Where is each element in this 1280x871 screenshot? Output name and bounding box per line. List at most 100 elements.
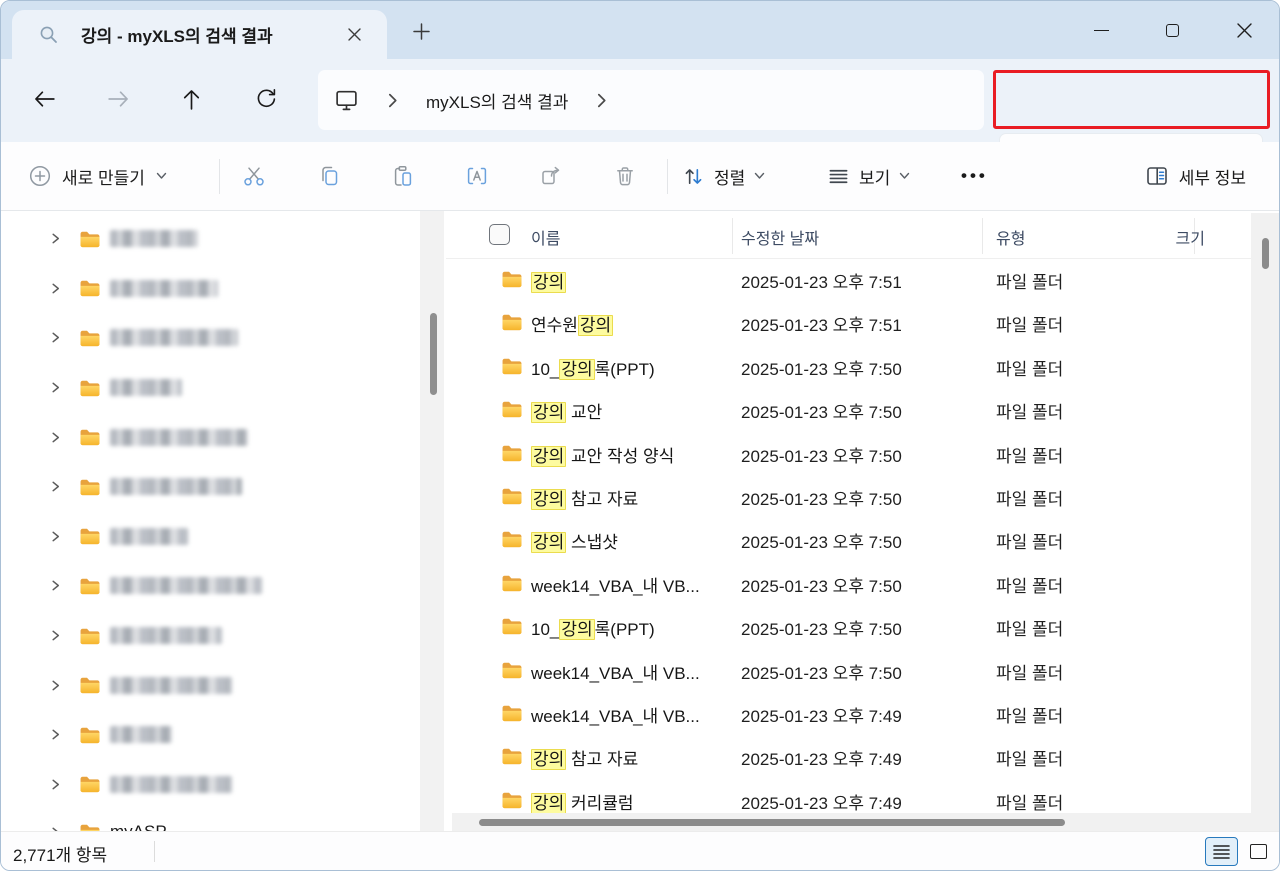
file-name[interactable]: week14_VBA_내 VB... xyxy=(531,659,700,684)
chevron-right-icon[interactable] xyxy=(596,93,607,108)
view-button[interactable]: 보기 xyxy=(827,164,910,189)
table-row[interactable]: 연수원강의 2025-01-23 오후 7:51 파일 폴더 xyxy=(446,302,1251,345)
table-row[interactable]: week14_VBA_내 VB... 2025-01-23 오후 7:50 파일… xyxy=(446,563,1251,606)
file-name[interactable]: 10_강의록(PPT) xyxy=(531,615,655,640)
this-pc-icon[interactable] xyxy=(334,88,359,113)
folder-icon xyxy=(79,577,101,595)
table-row[interactable]: 10_강의록(PPT) 2025-01-23 오후 7:50 파일 폴더 xyxy=(446,606,1251,649)
chevron-right-icon[interactable] xyxy=(49,331,62,344)
column-separator[interactable] xyxy=(732,218,733,254)
sidebar-item[interactable] xyxy=(1,561,420,611)
sidebar-item[interactable] xyxy=(1,363,420,413)
file-name[interactable]: 강의 교안 작성 양식 xyxy=(531,442,674,467)
column-header-size[interactable]: 크기 xyxy=(1176,225,1205,249)
file-name[interactable]: 강의 커리큘럼 xyxy=(531,789,634,813)
sidebar-item[interactable] xyxy=(1,611,420,661)
more-options-button[interactable]: ••• xyxy=(961,166,988,186)
table-row[interactable]: 강의 교안 2025-01-23 오후 7:50 파일 폴더 xyxy=(446,389,1251,432)
file-date-modified: 2025-01-23 오후 7:50 xyxy=(741,615,902,640)
copy-button[interactable] xyxy=(306,154,352,198)
file-name[interactable]: week14_VBA_내 VB... xyxy=(531,572,700,597)
chevron-right-icon[interactable] xyxy=(49,728,62,741)
sidebar-scrollbar[interactable] xyxy=(420,211,444,831)
cut-button[interactable] xyxy=(231,154,277,198)
forward-button[interactable] xyxy=(98,79,138,119)
explorer-tab[interactable]: 강의 - myXLS의 검색 결과 xyxy=(12,10,387,59)
chevron-right-icon[interactable] xyxy=(49,431,62,444)
new-tab-button[interactable] xyxy=(407,18,435,44)
sidebar-item[interactable] xyxy=(1,214,420,264)
rename-button[interactable] xyxy=(454,154,500,198)
tab-close-button[interactable] xyxy=(341,22,367,48)
chevron-right-icon[interactable] xyxy=(49,530,62,543)
folder-icon xyxy=(79,676,101,694)
sidebar-scrollbar-thumb[interactable] xyxy=(430,313,437,395)
sidebar-item[interactable] xyxy=(1,660,420,710)
maximize-button[interactable] xyxy=(1149,1,1195,59)
details-pane-icon xyxy=(1145,165,1169,187)
chevron-right-icon[interactable] xyxy=(49,232,62,245)
delete-button[interactable] xyxy=(602,154,648,198)
sidebar-item[interactable] xyxy=(1,710,420,760)
folder-icon xyxy=(79,775,101,793)
close-button[interactable] xyxy=(1221,1,1267,59)
table-row[interactable]: 강의 참고 자료 2025-01-23 오후 7:50 파일 폴더 xyxy=(446,476,1251,519)
breadcrumb-path[interactable]: myXLS의 검색 결과 xyxy=(426,88,568,113)
sort-button[interactable]: 정렬 xyxy=(682,164,765,189)
chevron-right-icon[interactable] xyxy=(49,579,62,592)
horizontal-scrollbar[interactable] xyxy=(452,813,1251,832)
horizontal-scrollbar-thumb[interactable] xyxy=(479,819,1065,826)
column-header-type[interactable]: 유형 xyxy=(996,225,1025,249)
column-separator[interactable] xyxy=(982,218,983,254)
file-date-modified: 2025-01-23 오후 7:50 xyxy=(741,398,902,423)
file-name[interactable]: week14_VBA_내 VB... xyxy=(531,702,700,727)
chevron-right-icon[interactable] xyxy=(49,778,62,791)
table-row[interactable]: 강의 참고 자료 2025-01-23 오후 7:49 파일 폴더 xyxy=(446,736,1251,779)
refresh-button[interactable] xyxy=(246,79,286,119)
chevron-right-icon[interactable] xyxy=(387,93,398,108)
breadcrumb[interactable]: myXLS의 검색 결과 xyxy=(318,70,984,130)
table-row[interactable]: 강의 2025-01-23 오후 7:51 파일 폴더 xyxy=(446,259,1251,302)
share-button[interactable] xyxy=(528,154,574,198)
column-header-name[interactable]: 이름 xyxy=(531,225,560,249)
minimize-button[interactable] xyxy=(1078,1,1124,59)
table-row[interactable]: week14_VBA_내 VB... 2025-01-23 오후 7:49 파일… xyxy=(446,693,1251,736)
vertical-scrollbar[interactable] xyxy=(1251,213,1280,832)
sidebar-item[interactable] xyxy=(1,760,420,810)
sidebar-item[interactable] xyxy=(1,264,420,314)
paste-button[interactable] xyxy=(380,154,426,198)
column-header-date[interactable]: 수정한 날짜 xyxy=(741,225,819,249)
chevron-right-icon[interactable] xyxy=(49,629,62,642)
new-button[interactable]: 새로 만들기 xyxy=(29,164,167,189)
vertical-scrollbar-thumb[interactable] xyxy=(1262,238,1269,269)
large-icons-view-toggle[interactable] xyxy=(1243,837,1273,866)
search-highlight: 강의 xyxy=(531,749,566,770)
chevron-right-icon[interactable] xyxy=(49,480,62,493)
select-all-checkbox[interactable] xyxy=(489,224,510,245)
chevron-right-icon[interactable] xyxy=(49,282,62,295)
file-name[interactable]: 10_강의록(PPT) xyxy=(531,355,655,380)
sidebar-item[interactable] xyxy=(1,462,420,512)
view-button-label: 보기 xyxy=(859,164,890,189)
sidebar-item[interactable] xyxy=(1,512,420,562)
folder-icon xyxy=(79,329,101,347)
file-name[interactable]: 강의 참고 자료 xyxy=(531,485,638,510)
table-row[interactable]: week14_VBA_내 VB... 2025-01-23 오후 7:50 파일… xyxy=(446,650,1251,693)
file-name[interactable]: 강의 스냅샷 xyxy=(531,528,618,553)
chevron-right-icon[interactable] xyxy=(49,679,62,692)
back-button[interactable] xyxy=(24,79,64,119)
table-row[interactable]: 강의 스냅샷 2025-01-23 오후 7:50 파일 폴더 xyxy=(446,519,1251,562)
chevron-right-icon[interactable] xyxy=(49,381,62,394)
details-pane-button[interactable]: 세부 정보 xyxy=(1145,164,1246,189)
table-row[interactable]: 강의 커리큘럼 2025-01-23 오후 7:49 파일 폴더 xyxy=(446,780,1251,813)
table-row[interactable]: 강의 교안 작성 양식 2025-01-23 오후 7:50 파일 폴더 xyxy=(446,433,1251,476)
sidebar-item[interactable] xyxy=(1,412,420,462)
up-button[interactable] xyxy=(171,79,211,119)
table-row[interactable]: 10_강의록(PPT) 2025-01-23 오후 7:50 파일 폴더 xyxy=(446,346,1251,389)
file-name[interactable]: 강의 참고 자료 xyxy=(531,745,638,770)
file-name[interactable]: 연수원강의 xyxy=(531,311,613,336)
details-view-toggle[interactable] xyxy=(1205,837,1238,866)
sidebar-item[interactable] xyxy=(1,313,420,363)
file-name[interactable]: 강의 교안 xyxy=(531,398,602,423)
file-name[interactable]: 강의 xyxy=(531,268,566,293)
